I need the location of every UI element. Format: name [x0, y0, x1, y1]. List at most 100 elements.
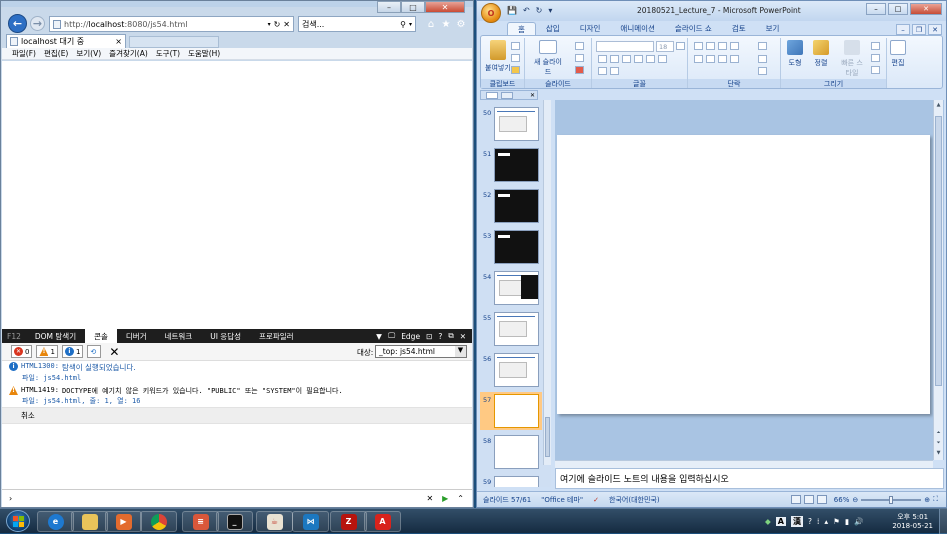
- bullets-icon[interactable]: [694, 42, 703, 50]
- slide-thumbnail-row[interactable]: 55: [480, 310, 542, 348]
- format-painter-icon[interactable]: [511, 66, 520, 74]
- notes-pane[interactable]: 여기에 슬라이드 노트의 내용을 입력하십시오: [555, 468, 944, 489]
- slide-thumbnail-row[interactable]: 52: [480, 187, 542, 225]
- new-slide-button[interactable]: 새 슬라이드: [531, 40, 565, 77]
- smartart-icon[interactable]: [758, 67, 767, 75]
- minimize-icon[interactable]: –: [896, 24, 910, 35]
- strikethrough-icon[interactable]: [634, 55, 643, 63]
- slide-thumbnail-row[interactable]: 58: [480, 433, 542, 471]
- dropdown-icon[interactable]: ▾: [409, 21, 412, 28]
- slides-tab[interactable]: [486, 91, 498, 99]
- message-file-link[interactable]: 파일: js54.html: [2, 373, 472, 383]
- cut-icon[interactable]: [511, 42, 520, 50]
- flag-icon[interactable]: ⚑: [833, 517, 840, 526]
- search-input[interactable]: 검색... ⚲ ▾: [298, 16, 416, 32]
- slide-thumbnail[interactable]: [494, 476, 539, 487]
- close-button[interactable]: ✕: [910, 3, 942, 15]
- clear-console-icon[interactable]: ✕: [109, 345, 119, 359]
- editing-button[interactable]: 편집: [890, 40, 906, 68]
- taskbar-remote-app[interactable]: ≡: [182, 511, 219, 532]
- console-input[interactable]: › ✕ ▶ ⌃: [2, 489, 472, 507]
- slide-thumbnail-row[interactable]: 50: [480, 105, 542, 143]
- slide-thumbnail-row[interactable]: 57: [480, 392, 542, 430]
- slide-thumbnail-row[interactable]: 53: [480, 228, 542, 266]
- menu-edit[interactable]: 편집(E): [44, 48, 68, 59]
- taskbar-ie[interactable]: e: [37, 511, 74, 532]
- tab-dom-explorer[interactable]: DOM 탐색기: [26, 329, 85, 343]
- restore-icon[interactable]: ❐: [912, 24, 926, 35]
- align-right-icon[interactable]: [718, 55, 727, 63]
- font-color-icon[interactable]: [610, 67, 619, 75]
- shape-fill-icon[interactable]: [871, 42, 880, 50]
- pp-title-bar[interactable]: O 💾 ↶ ↻ ▾ 20180521_Lecture_7 - Microsoft…: [477, 1, 946, 23]
- undock-icon[interactable]: ⧉: [448, 331, 453, 341]
- clear-on-navigate-button[interactable]: ⟲: [87, 345, 102, 358]
- tab-view[interactable]: 보기: [756, 22, 790, 35]
- shapes-button[interactable]: 도형: [787, 40, 803, 68]
- zoom-slider[interactable]: [861, 495, 922, 504]
- bold-icon[interactable]: [598, 55, 607, 63]
- page-viewport[interactable]: [2, 61, 472, 329]
- zoom-in-icon[interactable]: ⊕: [924, 496, 930, 504]
- back-button[interactable]: ←: [8, 14, 27, 33]
- zoom-slider-knob[interactable]: [889, 495, 894, 504]
- shape-outline-icon[interactable]: [871, 54, 880, 62]
- justify-icon[interactable]: [730, 55, 739, 63]
- network-icon[interactable]: ▮: [845, 517, 849, 526]
- ime-options-icon[interactable]: ⁞: [817, 517, 819, 526]
- slide-thumbnail-row[interactable]: 54: [480, 269, 542, 307]
- undo-icon[interactable]: ↶: [523, 6, 530, 15]
- customize-qat-icon[interactable]: ▾: [548, 6, 552, 15]
- new-tab-button[interactable]: [129, 36, 219, 48]
- more-tools-icon[interactable]: ▼: [376, 332, 382, 341]
- slide-show-icon[interactable]: [816, 495, 827, 504]
- slide-thumbnail[interactable]: [494, 189, 539, 223]
- language-indicator[interactable]: 한국어(대한민국): [609, 495, 660, 505]
- scroll-up-icon[interactable]: ▲: [935, 102, 942, 109]
- expand-icon[interactable]: ⌃: [457, 494, 464, 503]
- taskbar-cmd[interactable]: _: [216, 511, 253, 532]
- volume-icon[interactable]: 🔊: [854, 517, 863, 526]
- align-left-icon[interactable]: [694, 55, 703, 63]
- change-case-icon[interactable]: [598, 67, 607, 75]
- tab-debugger[interactable]: 디버거: [117, 329, 156, 343]
- scroll-thumb[interactable]: [545, 417, 550, 457]
- slide-thumbnail[interactable]: [494, 148, 539, 182]
- taskbar-chrome[interactable]: [140, 511, 177, 532]
- slide-thumbnail-row[interactable]: 59: [480, 474, 542, 487]
- increase-indent-icon[interactable]: [730, 42, 739, 50]
- input-language[interactable]: A: [775, 517, 786, 526]
- menu-help[interactable]: 도움말(H): [188, 48, 220, 59]
- normal-view-icon[interactable]: [790, 495, 801, 504]
- taskbar-acrobat[interactable]: A: [364, 511, 401, 532]
- copy-icon[interactable]: [511, 54, 520, 62]
- slide-canvas[interactable]: [557, 135, 930, 414]
- char-spacing-icon[interactable]: [658, 55, 667, 63]
- address-bar[interactable]: http://localhost:8080/js54.html ▾ ↻ ✕: [49, 16, 294, 32]
- taskbar-explorer[interactable]: [71, 511, 108, 532]
- arrange-button[interactable]: 정렬: [813, 40, 829, 68]
- tab-network[interactable]: 네트워크: [156, 329, 202, 343]
- refresh-icon[interactable]: ↻: [274, 20, 281, 29]
- tab-insert[interactable]: 삽입: [536, 22, 570, 35]
- align-center-icon[interactable]: [706, 55, 715, 63]
- vertical-scrollbar[interactable]: ▲ ⏶ ⏷ ▼: [933, 100, 943, 460]
- delete-slide-icon[interactable]: [575, 66, 584, 74]
- redo-icon[interactable]: ↻: [536, 6, 543, 15]
- minimize-button[interactable]: –: [866, 3, 886, 15]
- close-button[interactable]: ✕: [425, 1, 465, 13]
- hanja-mode[interactable]: 漢: [790, 516, 803, 527]
- previous-slide-icon[interactable]: ⏶: [935, 430, 942, 437]
- close-devtools-icon[interactable]: ✕: [460, 332, 466, 341]
- tab-animations[interactable]: 애니메이션: [610, 22, 665, 35]
- layout-icon[interactable]: [575, 42, 584, 50]
- close-icon[interactable]: ✕: [283, 20, 290, 29]
- decrease-indent-icon[interactable]: [718, 42, 727, 50]
- taskbar-media-player[interactable]: ▶: [105, 511, 142, 532]
- help-icon[interactable]: ?: [438, 332, 442, 341]
- zoom-level[interactable]: 66%: [834, 496, 850, 504]
- minimize-button[interactable]: –: [377, 1, 401, 13]
- align-text-icon[interactable]: [758, 55, 767, 63]
- taskbar-vscode[interactable]: ⋈: [292, 511, 329, 532]
- tab-profiler[interactable]: 프로파일러: [250, 329, 303, 343]
